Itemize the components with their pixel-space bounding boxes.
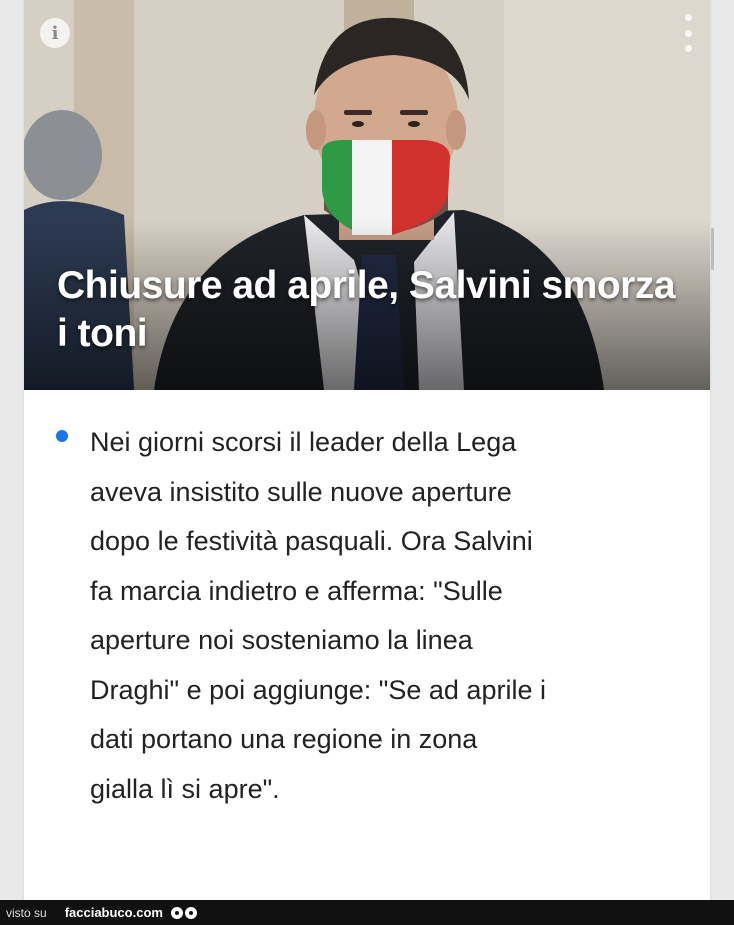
eyes-logo-icon xyxy=(170,906,197,919)
watermark-bar: visto su facciabuco.com xyxy=(0,900,734,925)
watermark-prefix: visto su xyxy=(6,905,47,920)
more-vertical-icon[interactable] xyxy=(680,14,696,52)
article-summary: Nei giorni scorsi il leader della Lega a… xyxy=(90,427,546,804)
menu-dot xyxy=(684,14,692,21)
news-card[interactable]: i Chiusure ad aprile, Salvini smorza i t… xyxy=(24,0,714,900)
menu-dot xyxy=(684,29,692,37)
watermark-site: facciabuco.com xyxy=(64,905,163,920)
article-headline[interactable]: Chiusure ad aprile, Salvini smorza i ton… xyxy=(57,262,677,358)
scrollbar-thumb[interactable] xyxy=(711,228,714,270)
bullet-dot xyxy=(56,430,68,442)
info-icon[interactable]: i xyxy=(40,18,70,48)
hero-image[interactable]: i Chiusure ad aprile, Salvini smorza i t… xyxy=(24,0,710,390)
menu-dot xyxy=(684,45,692,52)
